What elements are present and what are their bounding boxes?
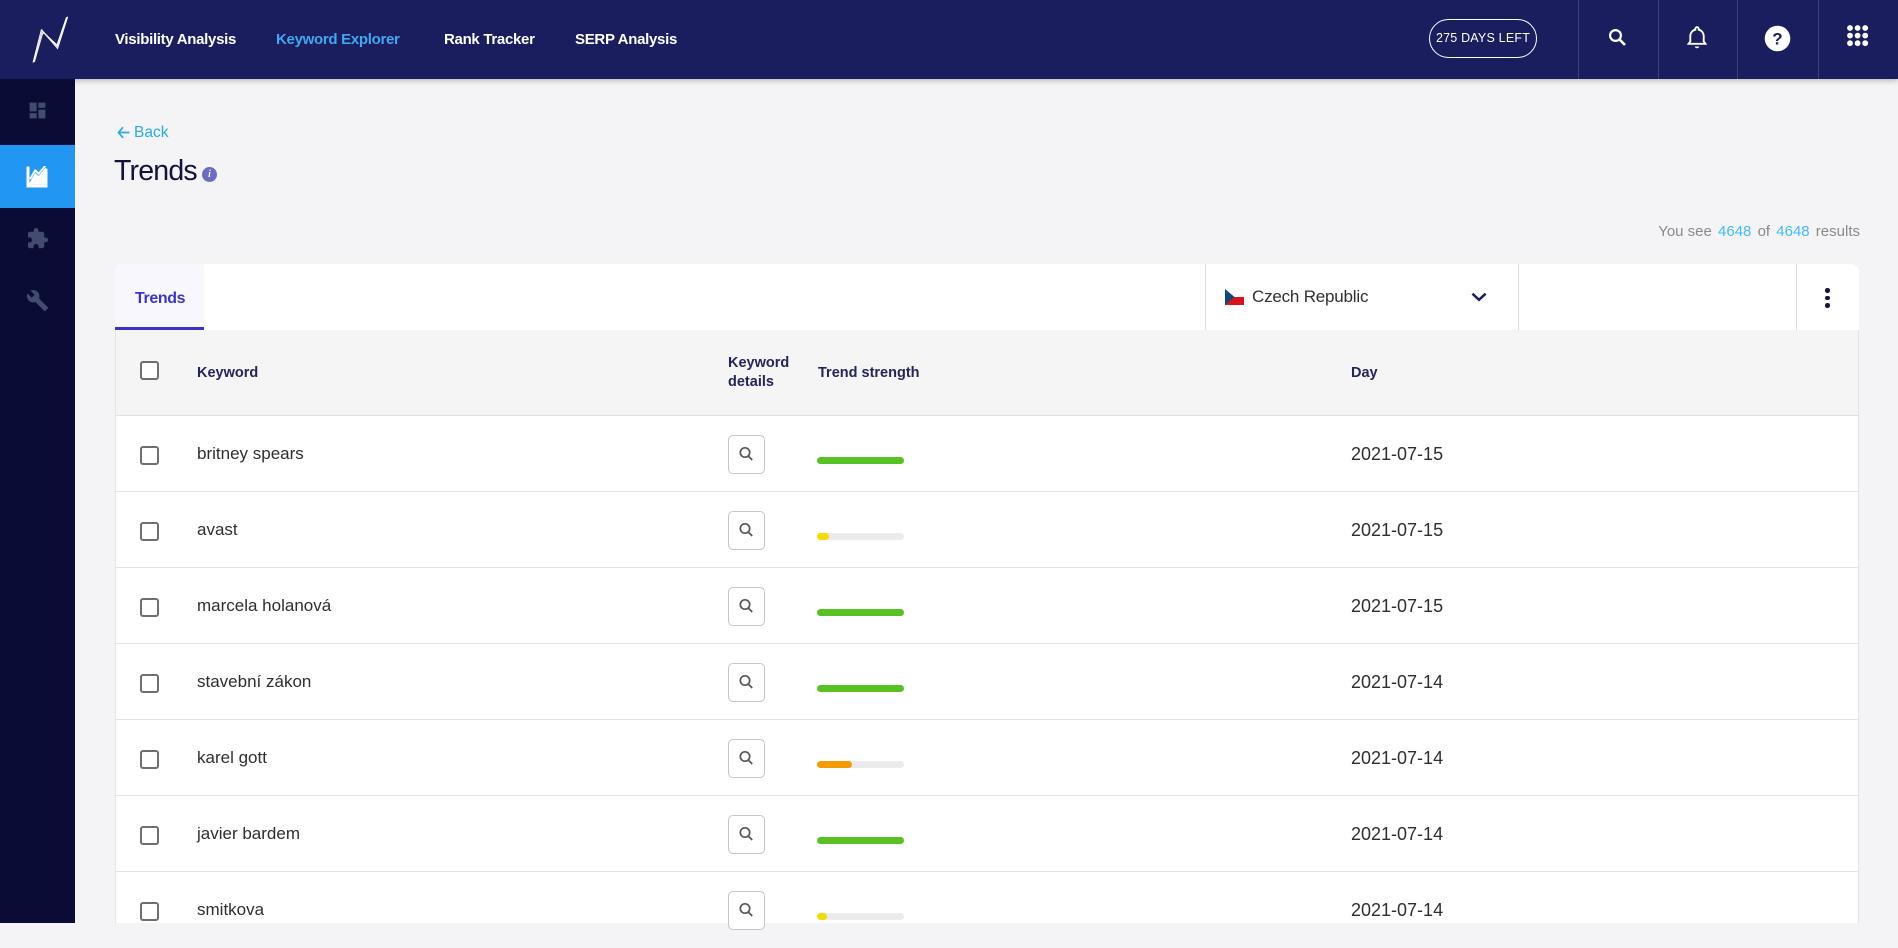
svg-text:?: ? bbox=[1772, 30, 1782, 49]
